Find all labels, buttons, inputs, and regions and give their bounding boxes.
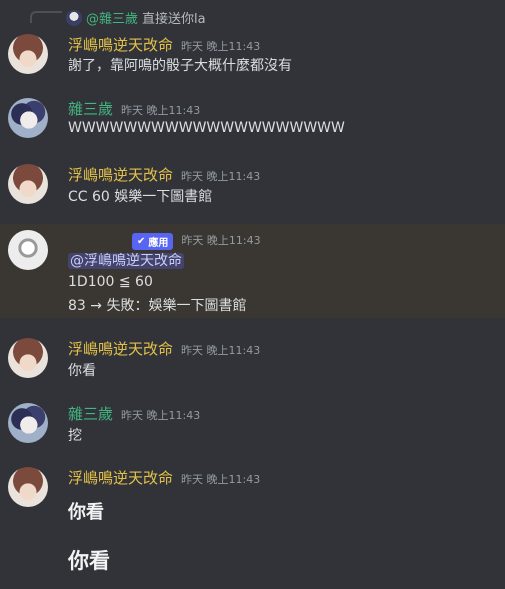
heading-text: 你看 bbox=[68, 502, 104, 523]
bot-message: ✔ 應用 昨天 晚上11:43 @浮嶋鳴逆天改命 1D100 ≦ 60 83 →… bbox=[0, 224, 505, 318]
chat-log: @雜三歲 直接送你la 浮嶋鳴逆天改命 昨天 晚上11:43 謝了，靠阿鳴的骰子… bbox=[0, 0, 505, 589]
avatar[interactable] bbox=[8, 164, 48, 204]
timestamp: 昨天 晚上11:43 bbox=[121, 409, 201, 422]
message: 雜三歲 昨天 晚上11:43 WWWWWWWWWWWWWWWWWWWW bbox=[0, 96, 505, 146]
timestamp: 昨天 晚上11:43 bbox=[121, 104, 201, 117]
timestamp: 昨天 晚上11:43 bbox=[181, 170, 261, 183]
timestamp: 昨天 晚上11:43 bbox=[181, 473, 261, 486]
dice-roll: 1D100 ≦ 60 bbox=[68, 274, 153, 290]
message-text: 謝了，靠阿鳴的骰子大概什麼都沒有 bbox=[68, 58, 292, 74]
heading-text-large: 你看 bbox=[68, 549, 110, 573]
avatar[interactable] bbox=[8, 467, 48, 507]
app-badge-label: 應用 bbox=[148, 238, 169, 249]
message-text: @浮嶋鳴逆天改命 bbox=[68, 250, 184, 270]
check-icon: ✔ bbox=[137, 236, 146, 247]
reply-text: 直接送你la bbox=[142, 12, 206, 27]
message-text: WWWWWWWWWWWWWWWWWWWW bbox=[68, 120, 345, 136]
avatar[interactable] bbox=[8, 338, 48, 378]
author-name[interactable]: 浮嶋鳴逆天改命 bbox=[68, 467, 173, 488]
app-badge: ✔ 應用 bbox=[132, 233, 174, 250]
roll-result: 83 → 失敗：娛樂一下圖書館 bbox=[68, 298, 247, 314]
author-name[interactable]: 雜三歲 bbox=[68, 98, 113, 119]
reply-author[interactable]: @雜三歲 bbox=[86, 8, 138, 27]
timestamp: 昨天 晚上11:43 bbox=[181, 234, 261, 247]
bot-avatar[interactable] bbox=[8, 230, 48, 270]
message: 浮嶋鳴逆天改命 昨天 晚上11:43 CC 60 娛樂一下圖書館 bbox=[0, 162, 505, 212]
message: 浮嶋鳴逆天改命 昨天 晚上11:43 謝了，靠阿鳴的骰子大概什麼都沒有 bbox=[0, 30, 505, 80]
message: 浮嶋鳴逆天改命 昨天 晚上11:43 你看 bbox=[0, 336, 505, 386]
message: 雜三歲 昨天 晚上11:43 挖 bbox=[0, 401, 505, 451]
user-mention[interactable]: @浮嶋鳴逆天改命 bbox=[68, 253, 184, 269]
message-text: 你看 bbox=[68, 363, 96, 379]
avatar[interactable] bbox=[8, 403, 48, 443]
message-text: 挖 bbox=[68, 428, 82, 444]
reply-avatar bbox=[66, 9, 82, 26]
author-name[interactable]: 雜三歲 bbox=[68, 403, 113, 424]
author-name[interactable]: 浮嶋鳴逆天改命 bbox=[68, 164, 173, 185]
avatar[interactable] bbox=[8, 98, 48, 138]
timestamp: 昨天 晚上11:43 bbox=[181, 40, 261, 53]
reply-connector bbox=[30, 11, 62, 23]
author-name[interactable]: 浮嶋鳴逆天改命 bbox=[68, 34, 173, 55]
reply-preview[interactable]: @雜三歲 直接送你la bbox=[66, 8, 206, 27]
timestamp: 昨天 晚上11:43 bbox=[181, 344, 261, 357]
avatar[interactable] bbox=[8, 34, 48, 74]
message-text: CC 60 娛樂一下圖書館 bbox=[68, 189, 213, 205]
message: 浮嶋鳴逆天改命 昨天 晚上11:43 你看 你看 bbox=[0, 465, 505, 585]
author-name[interactable]: 浮嶋鳴逆天改命 bbox=[68, 338, 173, 359]
